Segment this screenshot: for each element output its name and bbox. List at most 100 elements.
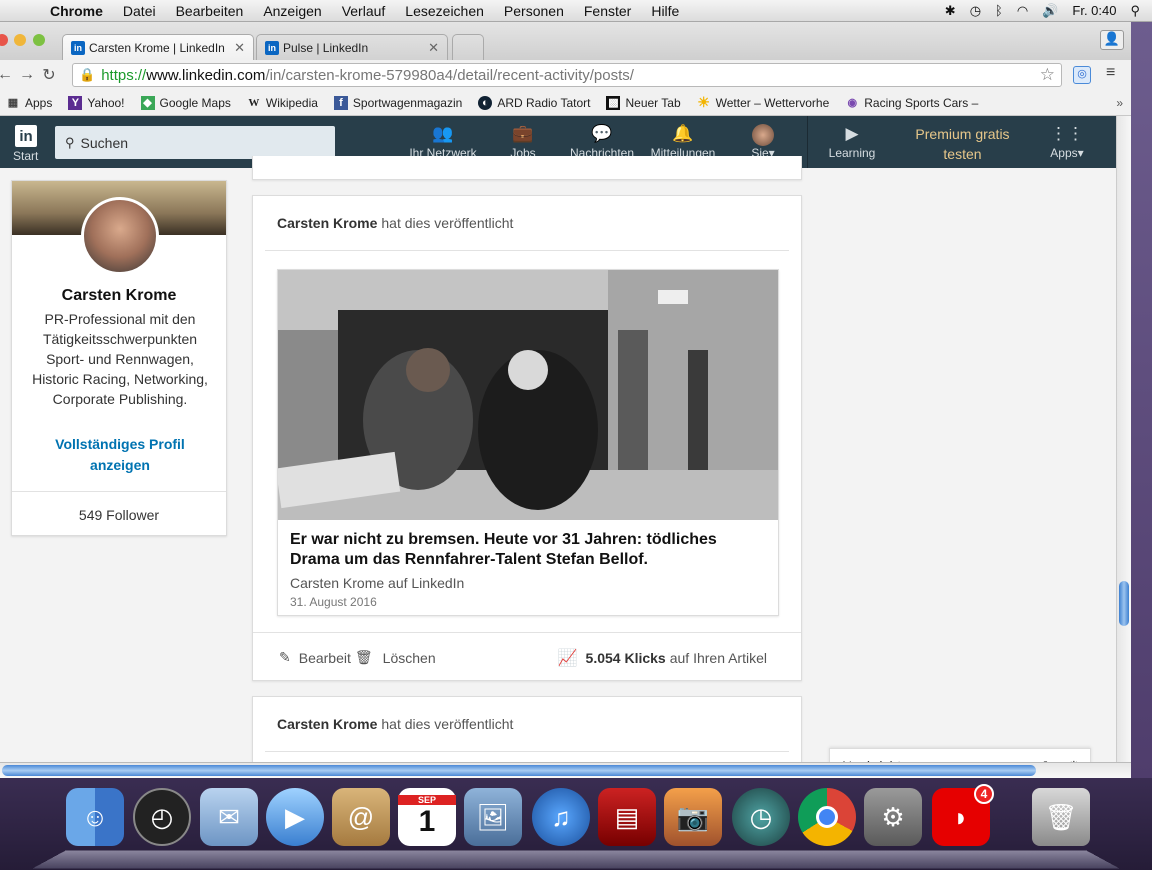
iphoto-icon[interactable]: 📷 xyxy=(664,788,722,846)
facetime-icon[interactable]: ▶ xyxy=(266,788,324,846)
browser-window: in Carsten Krome | LinkedIn ✕ in Pulse |… xyxy=(0,22,1131,778)
bookmark-neuer-tab[interactable]: ▩ Neuer Tab xyxy=(606,95,681,110)
trash-icon[interactable]: 🗑 xyxy=(1032,788,1090,846)
followers-count[interactable]: 549 Follower xyxy=(12,507,226,523)
bookmark-google-maps[interactable]: ◆ Google Maps xyxy=(140,95,231,110)
mail-icon[interactable]: ✉ xyxy=(200,788,258,846)
volume-icon[interactable]: 🔊 xyxy=(1042,3,1058,19)
post-author[interactable]: Carsten Krome xyxy=(277,215,377,231)
time-machine-icon[interactable]: ◷ xyxy=(970,3,981,19)
time-machine-icon[interactable]: ◷ xyxy=(732,788,790,846)
lock-icon: 🔒 xyxy=(79,67,96,82)
preview-icon[interactable]: 🖼 xyxy=(464,788,522,846)
menu-app-name[interactable]: Chrome xyxy=(40,3,113,19)
menu-datei[interactable]: Datei xyxy=(113,3,166,19)
tab-title: Carsten Krome | LinkedIn xyxy=(89,40,225,55)
address-bar[interactable]: 🔒 https:// www.linkedin.com /in/carsten-… xyxy=(72,63,1062,87)
bookmark-ard[interactable]: ◐ ARD Radio Tatort xyxy=(478,95,590,110)
profile-name[interactable]: Carsten Krome xyxy=(12,287,226,305)
bookmarks-overflow-icon[interactable]: » xyxy=(1116,96,1123,110)
new-tab-button[interactable] xyxy=(452,34,484,60)
menu-personen[interactable]: Personen xyxy=(494,3,574,19)
extension-icon[interactable]: ◎ xyxy=(1073,66,1091,84)
wifi-icon[interactable]: ◠ xyxy=(1017,3,1028,19)
briefcase-icon: 💼 xyxy=(512,124,534,143)
back-icon[interactable]: ← xyxy=(0,66,16,84)
nav-messages[interactable]: 💬 Nachrichten xyxy=(568,124,636,160)
dock-shelf xyxy=(32,850,1120,869)
tab-pulse[interactable]: in Pulse | LinkedIn ✕ xyxy=(256,34,448,60)
network-icon: 👥 xyxy=(432,124,454,143)
reload-icon[interactable]: ↻ xyxy=(38,65,60,85)
zoom-window-icon[interactable] xyxy=(33,34,45,46)
bell-icon: 🔔 xyxy=(672,124,694,143)
menu-bearbeiten[interactable]: Bearbeiten xyxy=(166,3,254,19)
bookmark-label: Yahoo! xyxy=(87,95,125,110)
search-input[interactable]: ⚲ Suchen xyxy=(55,126,335,159)
bookmark-racing-sports-cars[interactable]: ◉ Racing Sports Cars – xyxy=(845,96,978,110)
forward-icon[interactable]: → xyxy=(16,66,38,84)
article-card[interactable]: Er war nicht zu bremsen. Heute vor 31 Ja… xyxy=(277,269,779,616)
view-full-profile-link[interactable]: Vollständiges Profil anzeigen xyxy=(42,434,198,476)
nav-jobs[interactable]: 💼 Jobs xyxy=(505,124,541,160)
menu-icon[interactable]: ≡ xyxy=(1106,64,1115,82)
menu-verlauf[interactable]: Verlauf xyxy=(332,3,396,19)
horizontal-scrollbar[interactable] xyxy=(0,762,1131,778)
dashboard-icon[interactable]: ◴ xyxy=(133,788,191,846)
dock: ☺ ◴ ✉ ▶ @ SEP 1 🖼 ♫ ▤ 📷 ◷ ⚙ ◗ 4 🗑 xyxy=(0,778,1152,870)
bookmark-wikipedia[interactable]: W Wikipedia xyxy=(247,96,318,110)
close-tab-icon[interactable]: ✕ xyxy=(234,40,245,56)
spotlight-icon[interactable]: ⚲ xyxy=(1130,3,1140,19)
nav-network[interactable]: 👥 Ihr Netzwerk xyxy=(408,124,478,160)
menu-anzeigen[interactable]: Anzeigen xyxy=(253,3,331,19)
itunes-icon[interactable]: ♫ xyxy=(532,788,590,846)
article-image[interactable] xyxy=(278,270,778,520)
photo-booth-icon[interactable]: ▤ xyxy=(598,788,656,846)
post-actions: ✎ Bearbeit 🗑 Löschen 📈 5.054 Klicks auf Ihre… xyxy=(253,632,801,682)
bookmark-yahoo[interactable]: Y Yahoo! xyxy=(68,95,125,110)
nav-start[interactable]: Start xyxy=(13,149,38,163)
menu-lesezeichen[interactable]: Lesezeichen xyxy=(395,3,494,19)
menu-hilfe[interactable]: Hilfe xyxy=(641,3,689,19)
system-preferences-icon[interactable]: ⚙ xyxy=(864,788,922,846)
bookmark-sportwagenmagazin[interactable]: f Sportwagenmagazin xyxy=(333,95,463,110)
bookmark-label: Sportwagenmagazin xyxy=(352,95,463,110)
premium-link[interactable]: Premium gratis testen xyxy=(905,124,1020,164)
post-card: Carsten Krome hat dies veröffentlicht Er… xyxy=(252,195,802,681)
bluetooth-icon[interactable]: ᛒ xyxy=(995,3,1003,18)
bookmarks-bar: ▦ Apps Y Yahoo! ◆ Google Maps W Wikipedia fS… xyxy=(0,90,1131,116)
bookmark-apps[interactable]: ▦ Apps xyxy=(6,96,53,110)
menu-fenster[interactable]: Fenster xyxy=(574,3,641,19)
nav-me[interactable]: Sie▾ xyxy=(745,124,781,160)
calendar-icon[interactable]: SEP 1 xyxy=(398,788,456,846)
minimize-window-icon[interactable] xyxy=(14,34,26,46)
post-author[interactable]: Carsten Krome xyxy=(277,716,377,732)
notification-badge: 4 xyxy=(974,784,994,804)
bookmark-star-icon[interactable]: ☆ xyxy=(1040,65,1055,85)
contacts-icon[interactable]: @ xyxy=(332,788,390,846)
vertical-scrollbar[interactable] xyxy=(1116,116,1131,778)
scroll-thumb[interactable] xyxy=(1119,581,1129,626)
profile-icon[interactable]: 👤 xyxy=(1100,30,1124,50)
article-title[interactable]: Er war nicht zu bremsen. Heute vor 31 Ja… xyxy=(290,530,766,570)
close-tab-icon[interactable]: ✕ xyxy=(428,40,439,56)
nav-notifications[interactable]: 🔔 Mitteilungen xyxy=(647,124,719,160)
nav-learning[interactable]: ▶ Learning xyxy=(826,124,878,160)
linkedin-logo-icon[interactable]: in xyxy=(15,125,37,147)
chrome-icon[interactable] xyxy=(798,788,856,846)
avatar[interactable] xyxy=(81,197,159,275)
nav-apps[interactable]: ⋮⋮ Apps▾ xyxy=(1046,124,1088,160)
close-window-icon[interactable] xyxy=(0,34,8,46)
tab-carsten-krome[interactable]: in Carsten Krome | LinkedIn ✕ xyxy=(62,34,254,60)
vodafone-icon[interactable]: ◗ 4 xyxy=(932,784,994,846)
delete-button[interactable]: 🗑 Löschen xyxy=(355,649,436,666)
clicks-stats[interactable]: 📈 5.054 Klicks auf Ihren Artikel xyxy=(558,648,767,668)
edit-button[interactable]: ✎ Bearbeit xyxy=(279,649,351,666)
bookmark-wetter[interactable]: ☀ Wetter – Wettervorhe xyxy=(697,94,829,110)
apps-grid-icon: ▦ xyxy=(7,97,19,109)
bluetooth-status-icon[interactable]: ✱ xyxy=(945,3,956,19)
clock[interactable]: Fr. 0:40 xyxy=(1072,3,1116,18)
pencil-icon: ✎ xyxy=(279,649,291,665)
scroll-thumb[interactable] xyxy=(2,765,1036,776)
finder-icon[interactable]: ☺ xyxy=(66,788,124,846)
